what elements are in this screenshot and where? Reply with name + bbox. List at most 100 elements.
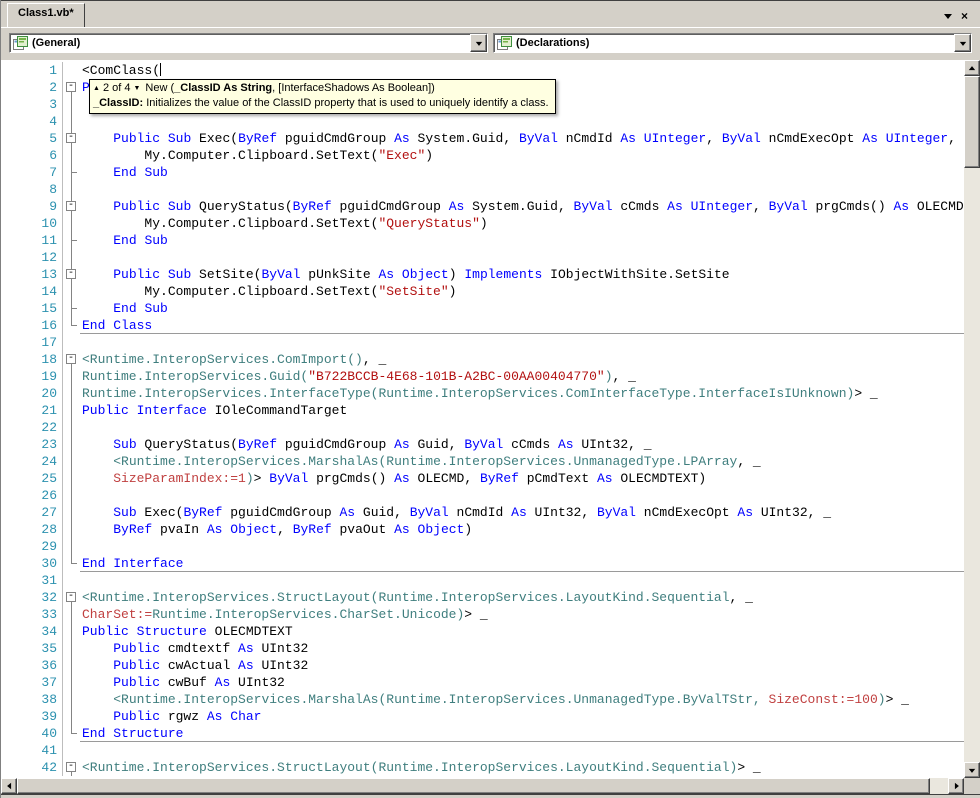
line-number: 2 (1, 79, 63, 96)
code-text: My.Computer.Clipboard.SetText("QueryStat… (82, 216, 488, 231)
objects-combo-dropdown-icon[interactable] (470, 34, 487, 52)
code-line-12[interactable]: 12 (1, 249, 964, 266)
code-line-31[interactable]: 31 (1, 572, 964, 589)
code-line-38[interactable]: 38 <Runtime.InteropServices.MarshalAs(Ru… (1, 691, 964, 708)
code-line-18[interactable]: 18 <Runtime.InteropServices.ComImport(), … (1, 351, 964, 368)
intellisense-tooltip: ▲ 2 of 4 ▼ New (_ClassID As String, [Int… (89, 79, 556, 114)
code-line-24[interactable]: 24 <Runtime.InteropServices.MarshalAs(Ru… (1, 453, 964, 470)
code-line-19[interactable]: 19 Runtime.InteropServices.Guid("B722BCCB… (1, 368, 964, 385)
code-line-27[interactable]: 27 Sub Exec(ByRef pguidCmdGroup As Guid,… (1, 504, 964, 521)
code-line-33[interactable]: 33 CharSet:=Runtime.InteropServices.CharS… (1, 606, 964, 623)
objects-combo-value: (General) (32, 37, 81, 49)
code-editor[interactable]: 1<ComClass(2P345 Public Sub Exec(ByRef p… (1, 60, 964, 778)
code-line-15[interactable]: 15 End Sub (1, 300, 964, 317)
code-line-7[interactable]: 7 End Sub (1, 164, 964, 181)
code-line-30[interactable]: 30 End Interface (1, 555, 964, 572)
code-line-40[interactable]: 40 End Structure (1, 725, 964, 742)
vb-object-icon (13, 35, 28, 50)
outline-collapse-icon[interactable] (63, 79, 80, 96)
outline-margin (63, 504, 80, 521)
outline-collapse-icon[interactable] (63, 759, 80, 776)
overload-down-icon[interactable]: ▼ (133, 85, 140, 93)
code-line-36[interactable]: 36 Public cwActual As UInt32 (1, 657, 964, 674)
code-line-32[interactable]: 32 <Runtime.InteropServices.StructLayout(… (1, 589, 964, 606)
line-number: 1 (1, 62, 63, 79)
code-text: <Runtime.InteropServices.StructLayout(Ru… (82, 760, 761, 775)
code-line-28[interactable]: 28 ByRef pvaIn As Object, ByRef pvaOut A… (1, 521, 964, 538)
code-text: My.Computer.Clipboard.SetText("Exec") (82, 148, 434, 163)
code-line-1[interactable]: 1 <ComClass( (1, 62, 964, 79)
vb-declarations-icon (497, 35, 512, 50)
line-number: 35 (1, 640, 63, 657)
outline-collapse-icon[interactable] (63, 266, 80, 283)
outline-margin (63, 606, 80, 623)
declarations-combo[interactable]: (Declarations) (493, 33, 972, 53)
line-number: 28 (1, 521, 63, 538)
code-line-23[interactable]: 23 Sub QueryStatus(ByRef pguidCmdGroup A… (1, 436, 964, 453)
code-line-26[interactable]: 26 (1, 487, 964, 504)
objects-combo[interactable]: (General) (9, 33, 488, 53)
code-line-25[interactable]: 25 SizeParamIndex:=1)> ByVal prgCmds() A… (1, 470, 964, 487)
code-line-35[interactable]: 35 Public cmdtextf As UInt32 (1, 640, 964, 657)
code-line-29[interactable]: 29 (1, 538, 964, 555)
code-line-22[interactable]: 22 (1, 419, 964, 436)
line-number: 26 (1, 487, 63, 504)
code-line-5[interactable]: 5 Public Sub Exec(ByRef pguidCmdGroup As… (1, 130, 964, 147)
close-document-icon[interactable]: × (961, 10, 968, 22)
vertical-scroll-thumb[interactable] (964, 76, 980, 168)
outline-margin (63, 555, 80, 572)
outline-margin (63, 487, 80, 504)
code-line-9[interactable]: 9 Public Sub QueryStatus(ByRef pguidCmdG… (1, 198, 964, 215)
outline-collapse-icon[interactable] (63, 130, 80, 147)
outline-collapse-icon[interactable] (63, 589, 80, 606)
code-line-20[interactable]: 20 Runtime.InteropServices.InterfaceType(… (1, 385, 964, 402)
vertical-scrollbar[interactable] (964, 60, 980, 778)
outline-collapse-icon[interactable] (63, 198, 80, 215)
code-line-14[interactable]: 14 My.Computer.Clipboard.SetText("SetSit… (1, 283, 964, 300)
outline-collapse-icon[interactable] (63, 351, 80, 368)
overload-up-icon[interactable]: ▲ (93, 85, 100, 93)
code-line-6[interactable]: 6 My.Computer.Clipboard.SetText("Exec") (1, 147, 964, 164)
code-text: End Sub (113, 301, 168, 316)
scroll-down-icon[interactable] (964, 762, 980, 778)
horizontal-scrollbar[interactable] (1, 778, 965, 794)
code-line-16[interactable]: 16 End Class (1, 317, 964, 334)
code-line-37[interactable]: 37 Public cwBuf As UInt32 (1, 674, 964, 691)
line-number: 5 (1, 130, 63, 147)
line-number: 33 (1, 606, 63, 623)
scroll-up-icon[interactable] (964, 60, 980, 76)
code-line-41[interactable]: 41 (1, 742, 964, 759)
code-line-4[interactable]: 4 (1, 113, 964, 130)
code-line-42[interactable]: 42 <Runtime.InteropServices.StructLayout(… (1, 759, 964, 776)
code-text: Public cwBuf As UInt32 (113, 675, 285, 690)
outline-margin (63, 368, 80, 385)
code-text: Public Interface IOleCommandTarget (82, 403, 348, 418)
horizontal-scroll-thumb[interactable] (17, 778, 931, 794)
vs-code-document-window: Class1.vb* × (General) (Declarations) 1 … (0, 0, 980, 798)
code-line-13[interactable]: 13 Public Sub SetSite(ByVal pUnkSite As … (1, 266, 964, 283)
outline-margin (63, 181, 80, 198)
document-list-dropdown-icon[interactable] (943, 13, 952, 19)
scroll-left-icon[interactable] (1, 778, 17, 794)
code-line-17[interactable]: 17 (1, 334, 964, 351)
horizontal-scroll-track[interactable] (17, 778, 948, 794)
code-line-8[interactable]: 8 (1, 181, 964, 198)
scrollbar-corner (964, 778, 980, 794)
code-line-39[interactable]: 39 Public rgwz As Char (1, 708, 964, 725)
scroll-right-icon[interactable] (948, 778, 965, 794)
line-number: 11 (1, 232, 63, 249)
tab-class1-vb[interactable]: Class1.vb* (7, 3, 85, 27)
declarations-combo-dropdown-icon[interactable] (954, 34, 971, 52)
code-line-21[interactable]: 21 Public Interface IOleCommandTarget (1, 402, 964, 419)
line-number: 20 (1, 385, 63, 402)
code-line-34[interactable]: 34 Public Structure OLECMDTEXT (1, 623, 964, 640)
code-text: End Structure (80, 725, 964, 742)
vertical-scroll-track[interactable] (964, 76, 980, 762)
code-line-11[interactable]: 11 End Sub (1, 232, 964, 249)
outline-margin (63, 232, 80, 249)
code-line-10[interactable]: 10 My.Computer.Clipboard.SetText("QueryS… (1, 215, 964, 232)
